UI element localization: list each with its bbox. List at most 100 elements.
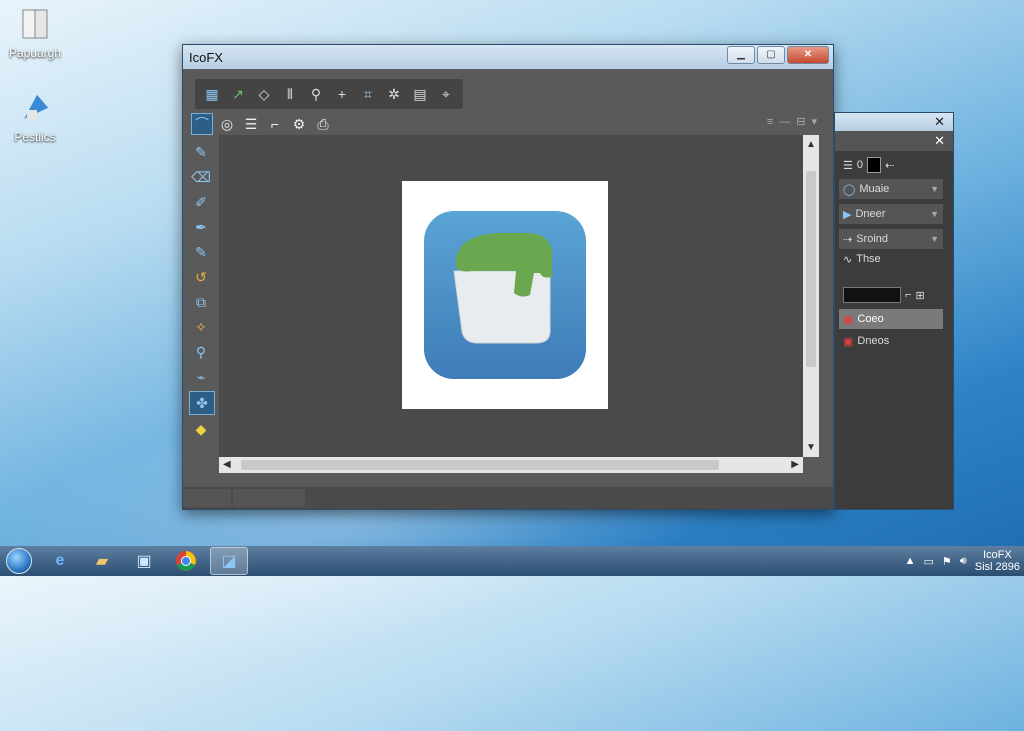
desktop-icon-app[interactable]: Pestiics — [0, 90, 70, 144]
desktop-icon-document[interactable]: Papuargh — [0, 6, 70, 60]
panel-row[interactable]: ⇢ Sroind ▼ — [839, 229, 943, 249]
crop-icon[interactable]: ⌗ — [357, 83, 379, 105]
clock-line-2: Sisl 2896 — [974, 561, 1020, 573]
select-icon[interactable]: ⌒ — [191, 113, 213, 135]
status-bar — [183, 487, 833, 509]
color-icon[interactable]: ◆ — [189, 418, 213, 440]
network-icon[interactable]: ▭ — [924, 555, 934, 568]
media-icon[interactable]: ▣ — [126, 548, 162, 574]
scroll-left-icon[interactable]: ◀ — [223, 459, 231, 470]
columns-icon[interactable]: ⫴ — [279, 83, 301, 105]
play-icon: ▶ — [843, 208, 852, 221]
panel-titlebar[interactable]: ✕ — [835, 113, 953, 131]
printer-icon[interactable]: ⎙ — [313, 114, 333, 134]
secondary-toolbar: ⌒ ◎ ☰ ⌐ ⚙ ⎙ — [191, 113, 333, 135]
maximize-button[interactable]: ▢ — [757, 46, 785, 64]
chevron-down-icon[interactable]: ▼ — [930, 209, 939, 219]
icon-artboard[interactable] — [402, 181, 608, 409]
plus-icon[interactable]: + — [331, 83, 353, 105]
settings-icon[interactable]: ✲ — [383, 83, 405, 105]
editor-canvas[interactable] — [219, 135, 803, 457]
folder-icon[interactable]: ▰ — [84, 548, 120, 574]
dropper-icon[interactable]: ✎ — [189, 241, 213, 263]
layer-icon: ▣ — [843, 335, 854, 348]
panel-row[interactable]: ▣ Dneos — [839, 331, 943, 351]
step-icon[interactable]: ⌐ — [905, 289, 911, 301]
color-dropdown[interactable] — [843, 287, 901, 303]
app-shortcut-icon — [17, 90, 53, 126]
layers-panel: ✕ ✕ ☰ 0 ⇠ ◯ Muaie ▼ ▶ Dneer ▼ ⇢ Sroind ▼… — [834, 112, 954, 510]
rotate-icon[interactable]: ↺ — [189, 266, 213, 288]
scroll-down-icon[interactable]: ▼ — [806, 442, 816, 453]
picker-icon[interactable]: ⌖ — [435, 83, 457, 105]
taskbar: e ▰ ▣ ◪ ▲ ▭ ⚑ 🔊︎ IcoFX Sisl 2896 — [0, 546, 1024, 576]
fill-icon[interactable]: ⧉ — [189, 291, 213, 313]
vertical-scrollbar[interactable]: ▲ ▼ — [803, 135, 819, 457]
panel-close-icon[interactable]: ✕ — [934, 114, 945, 130]
panel-close-icon-2[interactable]: ✕ — [934, 133, 945, 149]
smudge-icon[interactable]: ⌁ — [189, 366, 213, 388]
windows-logo-icon — [6, 548, 32, 574]
icofx-window: IcoFX ▁ ▢ ✕ ▦ ↗ ◇ ⫴ ⚲ + ⌗ ✲ ▤ ⌖ ⌒ ◎ ☰ ⌐ … — [182, 44, 834, 510]
main-toolbar: ▦ ↗ ◇ ⫴ ⚲ + ⌗ ✲ ▤ ⌖ — [195, 79, 463, 109]
horizontal-scrollbar[interactable]: ◀ ▶ — [219, 457, 803, 473]
system-tray: ▲ ▭ ⚑ 🔊︎ IcoFX Sisl 2896 — [905, 546, 1020, 576]
eraser-icon[interactable]: ⌫ — [189, 166, 213, 188]
pencil-icon[interactable]: ✎ — [189, 141, 213, 163]
clock[interactable]: IcoFX Sisl 2896 — [975, 549, 1020, 573]
chrome-icon[interactable] — [168, 548, 204, 574]
minimize-button[interactable]: ▁ — [727, 46, 755, 64]
volume-icon[interactable]: 🔊︎ — [960, 555, 967, 568]
paste-icon[interactable]: ▤ — [409, 83, 431, 105]
status-cell — [233, 489, 305, 507]
close-button[interactable]: ✕ — [787, 46, 829, 64]
book-icon — [17, 6, 53, 42]
start-button[interactable] — [2, 547, 36, 575]
list-icon[interactable]: ☰ — [241, 114, 261, 134]
panel-options-icon[interactable]: ≡—⊟▾ — [767, 115, 823, 128]
magnify-icon[interactable]: ⚲ — [189, 341, 213, 363]
flag-icon[interactable]: ⚑ — [942, 555, 952, 568]
stairs-icon[interactable]: ⌐ — [265, 114, 285, 134]
chevron-down-icon[interactable]: ▼ — [930, 184, 939, 194]
panel-subheader: ✕ — [835, 131, 953, 151]
scroll-up-icon[interactable]: ▲ — [806, 139, 816, 150]
lasso-icon[interactable]: ◎ — [217, 114, 237, 134]
pen-icon[interactable]: ✒ — [189, 216, 213, 238]
gear-icon[interactable]: ⚙ — [289, 114, 309, 134]
panel-header-row: ☰ 0 ⇠ — [839, 155, 943, 175]
icofx-task-icon[interactable]: ◪ — [210, 547, 248, 575]
panel-row-selected[interactable]: ▣ Coeo — [839, 309, 943, 329]
desktop-icon-label: Papuargh — [8, 46, 62, 60]
panel-row[interactable]: ∿ Thse — [839, 249, 943, 269]
grid-icon[interactable]: ⊞ — [915, 289, 924, 302]
status-cell — [183, 489, 231, 507]
magic-wand-icon[interactable]: ✧ — [189, 316, 213, 338]
menu-icon[interactable]: ☰ — [843, 159, 853, 172]
circle-icon: ◯ — [843, 183, 856, 196]
arrow-icon[interactable]: ↗ — [227, 83, 249, 105]
brush-icon[interactable]: ✐ — [189, 191, 213, 213]
wave-icon: ∿ — [843, 253, 853, 266]
show-hidden-icon[interactable]: ▲ — [905, 555, 916, 567]
window-title: IcoFX — [189, 49, 223, 65]
new-file-icon[interactable]: ▦ — [201, 83, 223, 105]
window-titlebar[interactable]: IcoFX ▁ ▢ ✕ — [183, 45, 833, 69]
arrow-right-icon: ⇢ — [843, 233, 853, 246]
tag-icon[interactable]: ◇ — [253, 83, 275, 105]
panel-row[interactable]: ◯ Muaie ▼ — [839, 179, 943, 199]
swap-icon[interactable]: ⇠ — [885, 159, 894, 172]
panel-color-row: ⌐ ⊞ — [839, 285, 943, 305]
color-swatch[interactable] — [867, 157, 881, 173]
horizontal-scroll-thumb[interactable] — [241, 460, 719, 470]
vertical-scroll-thumb[interactable] — [806, 171, 816, 367]
panel-row-label: Muaie — [859, 183, 890, 195]
scroll-right-icon[interactable]: ▶ — [791, 459, 799, 470]
ie-browser-icon[interactable]: e — [42, 548, 78, 574]
panel-row-label: Coeo — [857, 313, 884, 325]
panel-row-label: Dneer — [855, 208, 886, 220]
zoom-icon[interactable]: ⚲ — [305, 83, 327, 105]
chevron-down-icon[interactable]: ▼ — [930, 234, 939, 244]
panel-row[interactable]: ▶ Dneer ▼ — [839, 204, 943, 224]
effects-icon[interactable]: ✤ — [189, 391, 215, 415]
